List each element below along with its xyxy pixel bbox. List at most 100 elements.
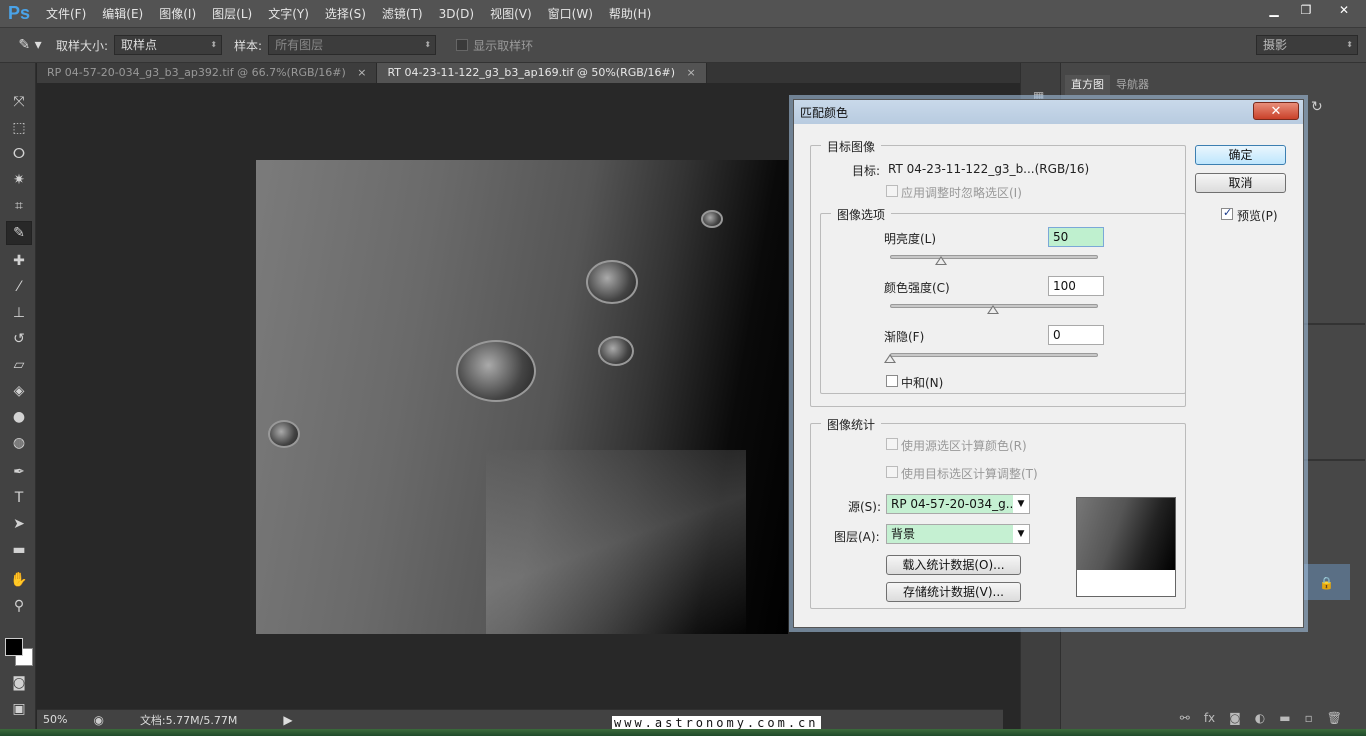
brush-tool-icon[interactable]: ⁄ bbox=[6, 275, 32, 299]
ignore-selection-checkbox[interactable] bbox=[886, 185, 898, 197]
menu-help[interactable]: 帮助(H) bbox=[601, 0, 659, 28]
sample-size-select[interactable]: 取样点 ⬍ bbox=[114, 35, 223, 55]
menu-layer[interactable]: 图层(L) bbox=[204, 0, 260, 28]
use-target-selection-checkbox[interactable] bbox=[886, 466, 898, 478]
workspace-value: 摄影 bbox=[1263, 38, 1288, 52]
layer-select[interactable]: 背景 ▼ bbox=[886, 524, 1030, 544]
menu-select[interactable]: 选择(S) bbox=[317, 0, 374, 28]
close-icon[interactable]: × bbox=[687, 66, 696, 79]
chevron-updown-icon: ⬍ bbox=[210, 40, 218, 49]
document-tab-rt[interactable]: RT 04-23-11-122_g3_b3_ap169.tif @ 50%(RG… bbox=[377, 63, 707, 83]
magic-wand-tool-icon[interactable]: ✷ bbox=[6, 168, 32, 192]
target-label: 目标: bbox=[852, 164, 881, 178]
clone-stamp-tool-icon[interactable]: ⊥ bbox=[6, 301, 32, 325]
luminance-slider-track[interactable] bbox=[890, 255, 1098, 259]
ok-button[interactable]: 确定 bbox=[1195, 145, 1286, 165]
status-bar: 50% ◉ 文档:5.77M/5.77M ▶ bbox=[37, 709, 1003, 729]
source-value: RP 04-57-20-034_g... bbox=[891, 497, 1018, 511]
link-icon[interactable]: ⚯ bbox=[1180, 711, 1190, 725]
pen-tool-icon[interactable]: ✒ bbox=[6, 460, 32, 484]
menu-view[interactable]: 视图(V) bbox=[482, 0, 540, 28]
use-source-selection-checkbox[interactable] bbox=[886, 438, 898, 450]
photoshop-window: Ps 文件(F) 编辑(E) 图像(I) 图层(L) 文字(Y) 选择(S) 滤… bbox=[0, 0, 1366, 736]
eyedropper-tool-icon[interactable]: ✎ bbox=[6, 221, 32, 245]
crop-tool-icon[interactable]: ⌗ bbox=[6, 194, 32, 218]
minimize-button[interactable]: ▁ bbox=[1258, 0, 1290, 20]
photoshop-logo: Ps bbox=[7, 3, 31, 23]
intensity-input[interactable]: 100 bbox=[1048, 276, 1104, 296]
quick-mask-icon[interactable]: ◙ bbox=[6, 671, 32, 695]
type-tool-icon[interactable]: T bbox=[6, 486, 32, 510]
fade-slider-track[interactable] bbox=[890, 353, 1098, 357]
tab-navigator[interactable]: 导航器 bbox=[1110, 75, 1155, 95]
crater bbox=[268, 420, 300, 448]
chevron-down-icon: ▼ bbox=[1013, 525, 1029, 543]
luminance-slider-thumb[interactable] bbox=[935, 256, 948, 265]
lasso-tool-icon[interactable]: ⵔ bbox=[6, 142, 32, 166]
foreground-color-swatch-front[interactable] bbox=[5, 638, 23, 656]
mask-icon[interactable]: ◙ bbox=[1229, 711, 1241, 725]
source-select[interactable]: RP 04-57-20-034_g... ▼ bbox=[886, 494, 1030, 514]
screen-mode-icon[interactable]: ▣ bbox=[6, 697, 32, 721]
use-target-selection-label: 使用目标选区计算调整(T) bbox=[901, 467, 1038, 481]
folder-icon[interactable]: ▬ bbox=[1279, 711, 1290, 725]
document-tab-rp[interactable]: RP 04-57-20-034_g3_b3_ap392.tif @ 66.7%(… bbox=[37, 63, 378, 83]
show-ring-checkbox[interactable] bbox=[456, 39, 469, 51]
hand-tool-icon[interactable]: ✋ bbox=[6, 568, 32, 592]
match-color-dialog: 匹配颜色 ✕ 目标图像 目标: RT 04-23-11-122_g3_b...(… bbox=[793, 99, 1304, 628]
menu-file[interactable]: 文件(F) bbox=[38, 0, 94, 28]
info-icon[interactable]: ◉ bbox=[93, 713, 103, 727]
intensity-slider-thumb[interactable] bbox=[987, 305, 1000, 314]
sample-label: 样本: bbox=[234, 38, 263, 53]
adjustment-icon[interactable]: ◐ bbox=[1255, 711, 1265, 725]
dialog-titlebar[interactable]: 匹配颜色 ✕ bbox=[794, 100, 1303, 124]
dialog-close-button[interactable]: ✕ bbox=[1253, 102, 1299, 120]
tab-histogram[interactable]: 直方图 bbox=[1065, 75, 1110, 95]
crater bbox=[598, 336, 634, 366]
dodge-tool-icon[interactable]: ◍ bbox=[6, 431, 32, 455]
moon-image[interactable] bbox=[256, 160, 788, 634]
neutralize-checkbox[interactable] bbox=[886, 375, 898, 387]
mountain-region bbox=[486, 450, 746, 634]
save-statistics-button[interactable]: 存储统计数据(V)... bbox=[886, 582, 1021, 602]
blur-tool-icon[interactable]: ● bbox=[6, 405, 32, 429]
cancel-button[interactable]: 取消 bbox=[1195, 173, 1286, 193]
path-selection-tool-icon[interactable]: ➤ bbox=[6, 512, 32, 536]
tool-panel: ⤧ ⬚ ⵔ ✷ ⌗ ✎ ✚ ⁄ ⊥ ↺ ▱ ◈ ● ◍ ✒ T ➤ ▬ ✋ ⚲ … bbox=[0, 63, 36, 736]
zoom-level[interactable]: 50% bbox=[37, 713, 73, 726]
menu-filter[interactable]: 滤镜(T) bbox=[374, 0, 431, 28]
close-icon[interactable]: × bbox=[357, 66, 366, 79]
target-image-title: 目标图像 bbox=[821, 138, 882, 155]
menu-bar: Ps 文件(F) 编辑(E) 图像(I) 图层(L) 文字(Y) 选择(S) 滤… bbox=[0, 0, 1366, 28]
workspace-select[interactable]: 摄影 ⬍ bbox=[1256, 35, 1358, 55]
fade-slider-thumb[interactable] bbox=[884, 354, 896, 363]
status-arrow-icon[interactable]: ▶ bbox=[283, 713, 292, 727]
window-close-button[interactable]: ✕ bbox=[1324, 0, 1364, 20]
layer-label: 图层(A): bbox=[834, 530, 880, 544]
options-bar: ✎ ▾ 取样大小: 取样点 ⬍ 样本: 所有图层 ⬍ 显示取样环 摄影 ⬍ bbox=[0, 28, 1366, 63]
load-statistics-button[interactable]: 载入统计数据(O)... bbox=[886, 555, 1021, 575]
move-tool-icon[interactable]: ⤧ bbox=[6, 90, 32, 114]
restore-button[interactable]: ❐ bbox=[1290, 0, 1322, 20]
menu-window[interactable]: 窗口(W) bbox=[540, 0, 601, 28]
luminance-input[interactable]: 50 bbox=[1048, 227, 1104, 247]
rectangle-tool-icon[interactable]: ▬ bbox=[6, 538, 32, 562]
refresh-icon[interactable]: ↻ bbox=[1311, 99, 1323, 115]
healing-brush-tool-icon[interactable]: ✚ bbox=[6, 249, 32, 273]
menu-type[interactable]: 文字(Y) bbox=[260, 0, 317, 28]
history-brush-tool-icon[interactable]: ↺ bbox=[6, 327, 32, 351]
eraser-tool-icon[interactable]: ▱ bbox=[6, 353, 32, 377]
zoom-tool-icon[interactable]: ⚲ bbox=[6, 594, 32, 618]
menu-image[interactable]: 图像(I) bbox=[151, 0, 204, 28]
trash-icon[interactable]: 🗑 bbox=[1327, 711, 1342, 725]
preview-checkbox[interactable] bbox=[1221, 206, 1233, 220]
eyedropper-icon[interactable]: ✎ ▾ bbox=[10, 37, 50, 53]
new-layer-icon[interactable]: ▫ bbox=[1305, 711, 1313, 725]
sample-select[interactable]: 所有图层 ⬍ bbox=[268, 35, 437, 55]
fx-icon[interactable]: fx bbox=[1204, 711, 1215, 725]
fade-input[interactable]: 0 bbox=[1048, 325, 1104, 345]
paint-bucket-tool-icon[interactable]: ◈ bbox=[6, 379, 32, 403]
menu-edit[interactable]: 编辑(E) bbox=[94, 0, 151, 28]
marquee-tool-icon[interactable]: ⬚ bbox=[6, 116, 32, 140]
menu-3d[interactable]: 3D(D) bbox=[431, 0, 482, 28]
